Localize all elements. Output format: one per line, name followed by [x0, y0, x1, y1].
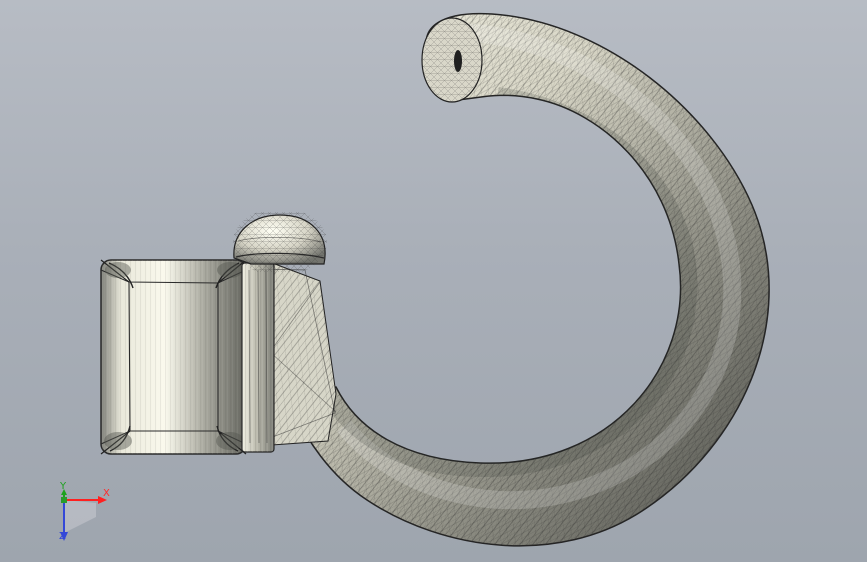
axis-triad: X Y Z — [48, 478, 118, 548]
x-axis-label: X — [103, 488, 110, 499]
z-axis-label: Z — [59, 531, 66, 542]
ring-model[interactable] — [0, 0, 867, 562]
ring-band[interactable] — [260, 0, 800, 562]
gem-setting[interactable] — [100, 212, 337, 455]
y-axis-label: Y — [60, 481, 67, 492]
cad-viewport[interactable]: X Y Z — [0, 0, 867, 562]
